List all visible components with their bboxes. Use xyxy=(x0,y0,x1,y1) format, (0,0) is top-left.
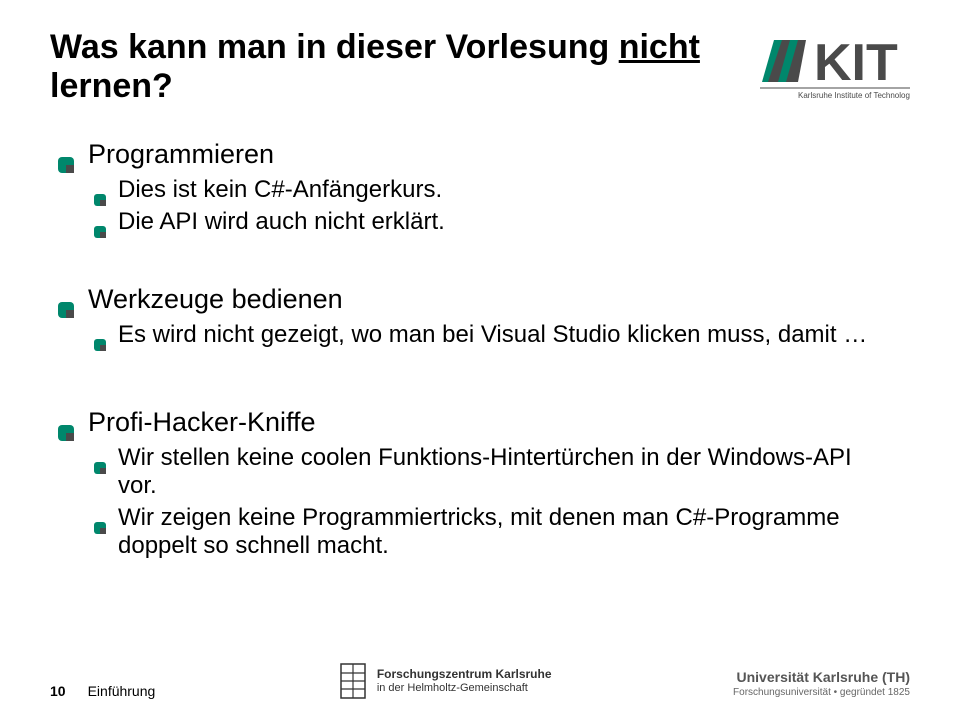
section-heading-text: Programmieren xyxy=(88,139,274,170)
footer-left: 10 Einführung xyxy=(50,683,155,699)
section-heading-text: Profi-Hacker-Kniffe xyxy=(88,407,316,438)
section-heading-3: Profi-Hacker-Kniffe xyxy=(58,407,910,438)
bullet-icon xyxy=(94,185,106,197)
uni-line2: Forschungsuniversität • gegründet 1825 xyxy=(733,687,910,700)
bullet-icon xyxy=(58,294,74,310)
fz-line1: Forschungszentrum Karlsruhe xyxy=(377,668,552,682)
bullet-icon xyxy=(94,513,106,525)
title-row: Was kann man in dieser Vorlesung nicht l… xyxy=(50,28,910,107)
slide: Was kann man in dieser Vorlesung nicht l… xyxy=(0,0,960,719)
fz-line2: in der Helmholtz-Gemeinschaft xyxy=(377,682,552,695)
footer-right: Universität Karlsruhe (TH) Forschungsuni… xyxy=(733,669,910,699)
footer: 10 Einführung Forschungszentrum Karlsruh… xyxy=(0,663,960,699)
footer-mid: Forschungszentrum Karlsruhe in der Helmh… xyxy=(337,663,552,699)
uni-line1: Universität Karlsruhe (TH) xyxy=(733,669,910,687)
footer-label: Einführung xyxy=(88,683,156,699)
list-item-text: Dies ist kein C#-Anfängerkurs. xyxy=(118,176,442,204)
slide-title: Was kann man in dieser Vorlesung nicht l… xyxy=(50,28,750,106)
section-heading-1: Programmieren xyxy=(58,139,910,170)
list-item-text: Wir zeigen keine Programmiertricks, mit … xyxy=(118,504,878,560)
list-item: Wir zeigen keine Programmiertricks, mit … xyxy=(94,504,910,560)
list-item: Dies ist kein C#-Anfängerkurs. xyxy=(94,176,910,204)
bullet-icon xyxy=(94,217,106,229)
kit-logo-icon: KIT Karlsruhe Institute of Technology xyxy=(760,34,910,102)
bullet-icon xyxy=(94,453,106,465)
list-item: Wir stellen keine coolen Funktions-Hinte… xyxy=(94,444,910,500)
list-item-text: Wir stellen keine coolen Funktions-Hinte… xyxy=(118,444,878,500)
list-item-text: Es wird nicht gezeigt, wo man bei Visual… xyxy=(118,321,867,349)
content: Programmieren Dies ist kein C#-Anfängerk… xyxy=(58,139,910,560)
fz-logo: Forschungszentrum Karlsruhe in der Helmh… xyxy=(337,663,552,699)
kit-logo: KIT Karlsruhe Institute of Technology xyxy=(760,34,910,107)
list-item-text: Die API wird auch nicht erklärt. xyxy=(118,208,445,236)
section-heading-text: Werkzeuge bedienen xyxy=(88,284,343,315)
kit-subline: Karlsruhe Institute of Technology xyxy=(798,91,910,100)
title-text-pre: Was kann man in dieser Vorlesung xyxy=(50,28,619,66)
page-number: 10 xyxy=(50,683,66,699)
list-item: Die API wird auch nicht erklärt. xyxy=(94,208,910,236)
bullet-icon xyxy=(58,417,74,433)
fz-logo-icon xyxy=(337,663,369,699)
list-item: Es wird nicht gezeigt, wo man bei Visual… xyxy=(94,321,910,349)
title-text-underlined: nicht xyxy=(619,28,700,66)
title-text-post: lernen? xyxy=(50,67,173,105)
bullet-icon xyxy=(58,149,74,165)
bullet-icon xyxy=(94,330,106,342)
kit-wordmark: KIT xyxy=(814,34,898,92)
section-heading-2: Werkzeuge bedienen xyxy=(58,284,910,315)
